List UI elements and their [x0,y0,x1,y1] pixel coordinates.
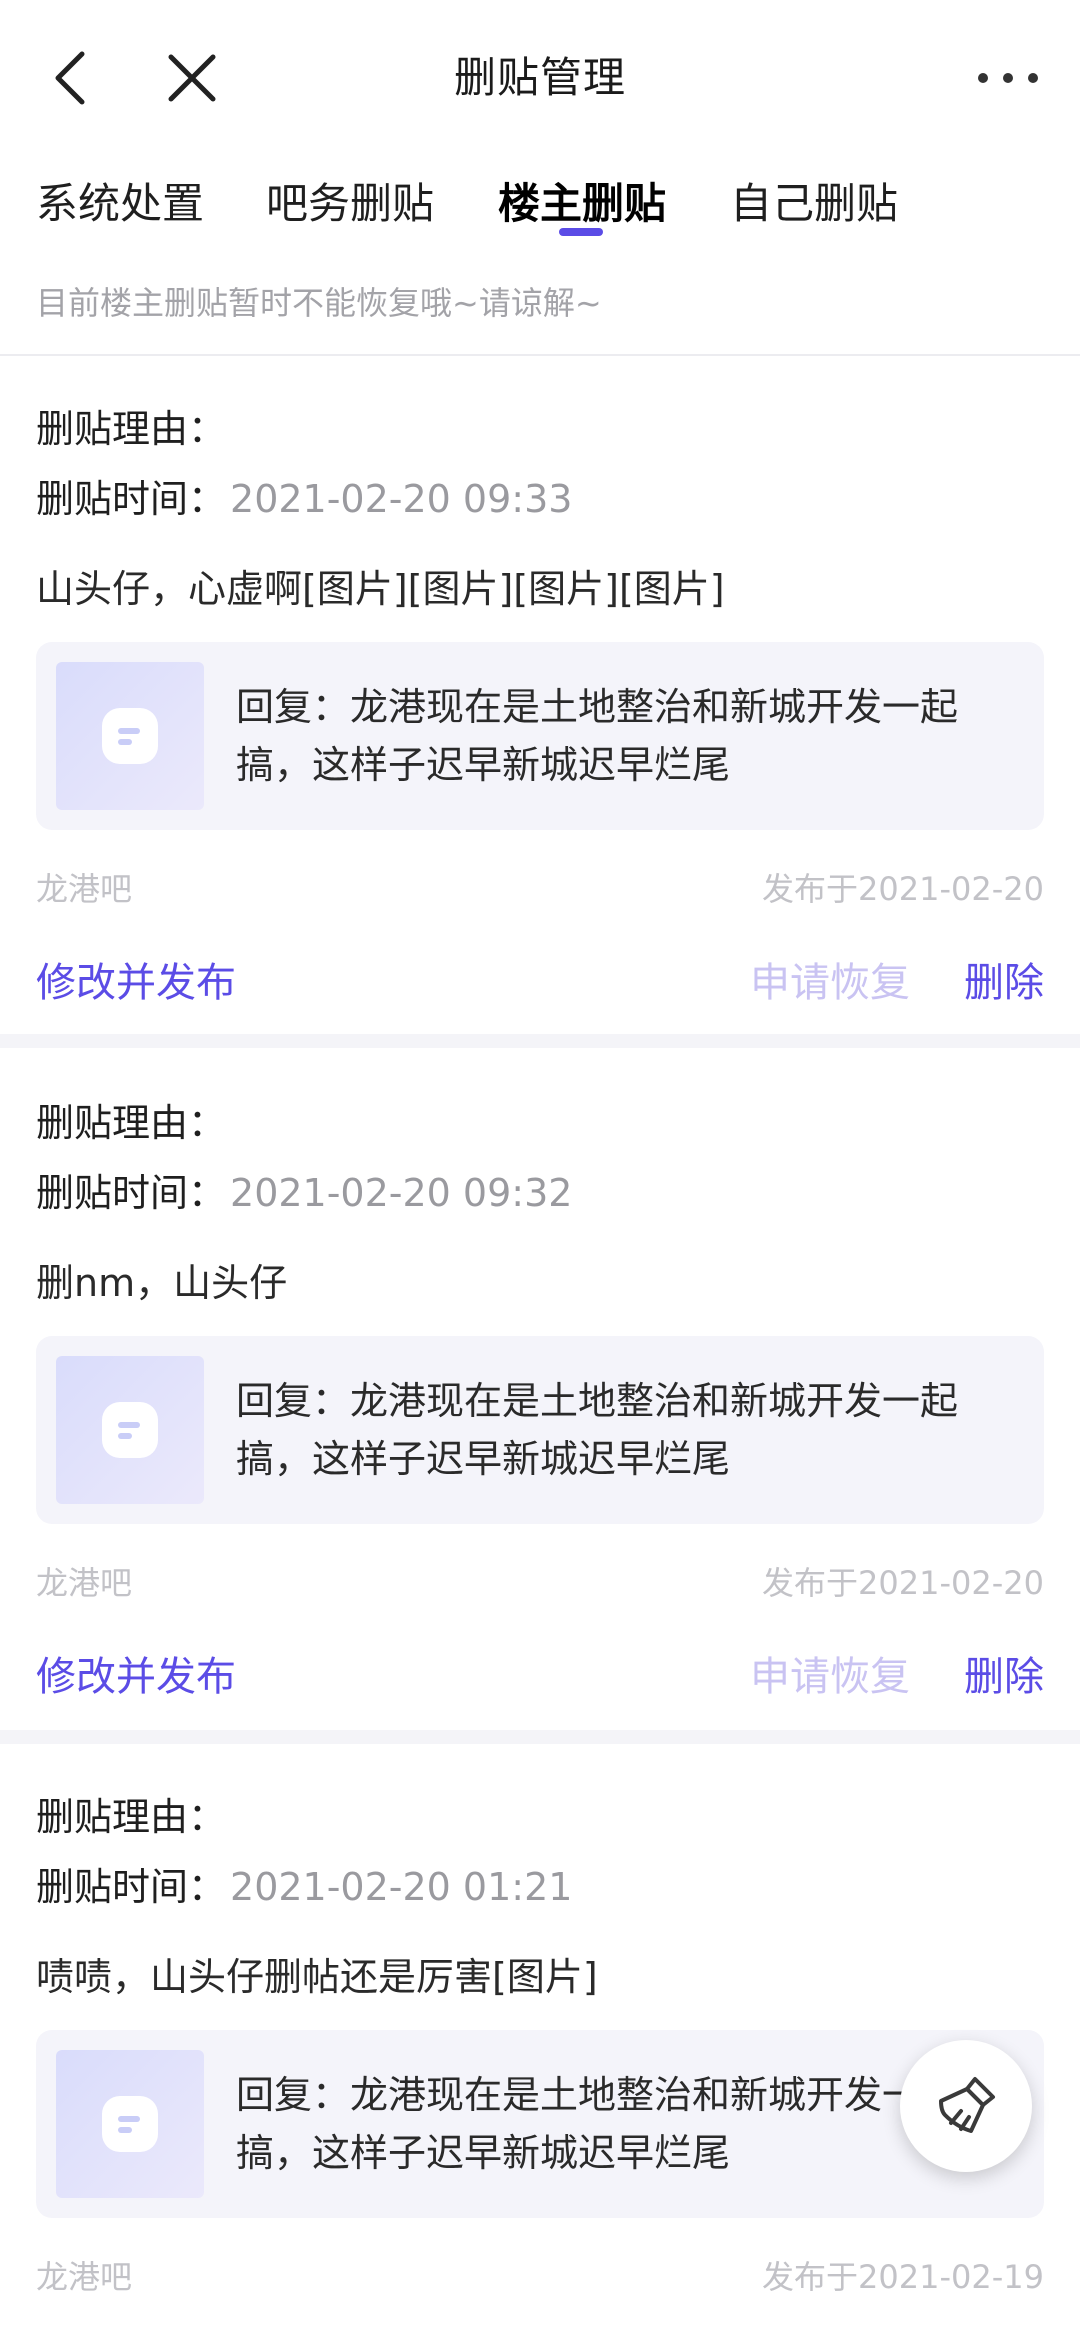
reason-label: 删贴理由： [36,1101,227,1145]
thread-thumbnail [56,1356,204,1504]
forum-name[interactable]: 龙港吧 [36,1558,132,1604]
post-placeholder-icon [102,708,158,764]
time-row: 删贴时间： 2021-02-20 01:21 [36,1856,572,1911]
edit-publish-button[interactable]: 修改并发布 [36,1644,236,1702]
post-placeholder-icon [102,2096,158,2152]
quoted-text: 回复：龙港现在是土地整治和新城开发一起搞，这样子迟早新城迟早烂尾 [236,685,959,787]
delete-time: 2021-02-20 01:21 [230,1865,573,1909]
quoted-thread[interactable]: 回复：龙港现在是土地整治和新城开发一起搞，这样子迟早新城迟早烂尾 [36,2030,1044,2218]
deleted-post-card: 删贴理由： 删贴时间： 2021-02-20 01:21 啧啧，山头仔删帖还是厉害… [0,1744,1080,2332]
delete-time: 2021-02-20 09:32 [230,1171,573,1215]
tab-moderator[interactable]: 吧务删贴 [266,170,434,231]
time-label: 删贴时间： [36,1171,227,1215]
tab-owner[interactable]: 楼主删贴 [498,170,666,231]
delete-button[interactable]: 删除 [964,1644,1044,1702]
card-separator [0,1730,1080,1744]
edit-publish-button[interactable]: 修改并发布 [36,950,236,1008]
card-separator [0,1034,1080,1048]
time-row: 删贴时间： 2021-02-20 09:32 [36,1162,572,1217]
deleted-post-card: 删贴理由： 删贴时间： 2021-02-20 09:33 山头仔，心虚啊[图片][… [0,356,1080,1034]
time-row: 删贴时间： 2021-02-20 09:33 [36,468,572,523]
thread-thumbnail [56,662,204,810]
deleted-post-card: 删贴理由： 删贴时间： 2021-02-20 09:32 删nm，山头仔 回复：龙… [0,1048,1080,1730]
request-restore-button[interactable]: 申请恢复 [750,950,910,1008]
tab-self[interactable]: 自己删贴 [730,170,898,231]
reason-label: 删贴理由： [36,1795,227,1839]
post-content: 啧啧，山头仔删帖还是厉害[图片] [36,1955,598,1999]
broom-icon [939,2077,995,2133]
delete-button[interactable]: 删除 [964,950,1044,1008]
top-bar: 删贴管理 [0,0,1080,150]
reason-label: 删贴理由： [36,407,227,451]
forum-name[interactable]: 龙港吧 [36,2252,132,2298]
publish-date: 发布于2021-02-20 [762,870,1044,908]
delete-time: 2021-02-20 09:33 [230,477,573,521]
more-dots-icon [978,73,1038,83]
publish-date: 发布于2021-02-19 [762,2258,1044,2296]
tab-bar: 系统处置 吧务删贴 楼主删贴 自己删贴 [0,160,1080,240]
quoted-thread[interactable]: 回复：龙港现在是土地整治和新城开发一起搞，这样子迟早新城迟早烂尾 [36,642,1044,830]
post-content: 山头仔，心虚啊[图片][图片][图片][图片] [36,567,725,611]
clean-fab-button[interactable] [900,2040,1032,2172]
post-content: 删nm，山头仔 [36,1261,288,1305]
quoted-text: 回复：龙港现在是土地整治和新城开发一起搞，这样子迟早新城迟早烂尾 [236,1379,959,1481]
thread-thumbnail [56,2050,204,2198]
notice-text: 目前楼主删贴暂时不能恢复哦~请谅解~ [36,284,602,322]
tab-system[interactable]: 系统处置 [36,170,204,231]
more-button[interactable] [958,38,1058,118]
time-label: 删贴时间： [36,1865,227,1909]
request-restore-button[interactable]: 申请恢复 [750,1644,910,1702]
post-placeholder-icon [102,1402,158,1458]
time-label: 删贴时间： [36,477,227,521]
active-tab-indicator [559,228,603,236]
page-title: 删贴管理 [453,53,626,102]
forum-name[interactable]: 龙港吧 [36,864,132,910]
publish-date: 发布于2021-02-20 [762,1564,1044,1602]
quoted-thread[interactable]: 回复：龙港现在是土地整治和新城开发一起搞，这样子迟早新城迟早烂尾 [36,1336,1044,1524]
